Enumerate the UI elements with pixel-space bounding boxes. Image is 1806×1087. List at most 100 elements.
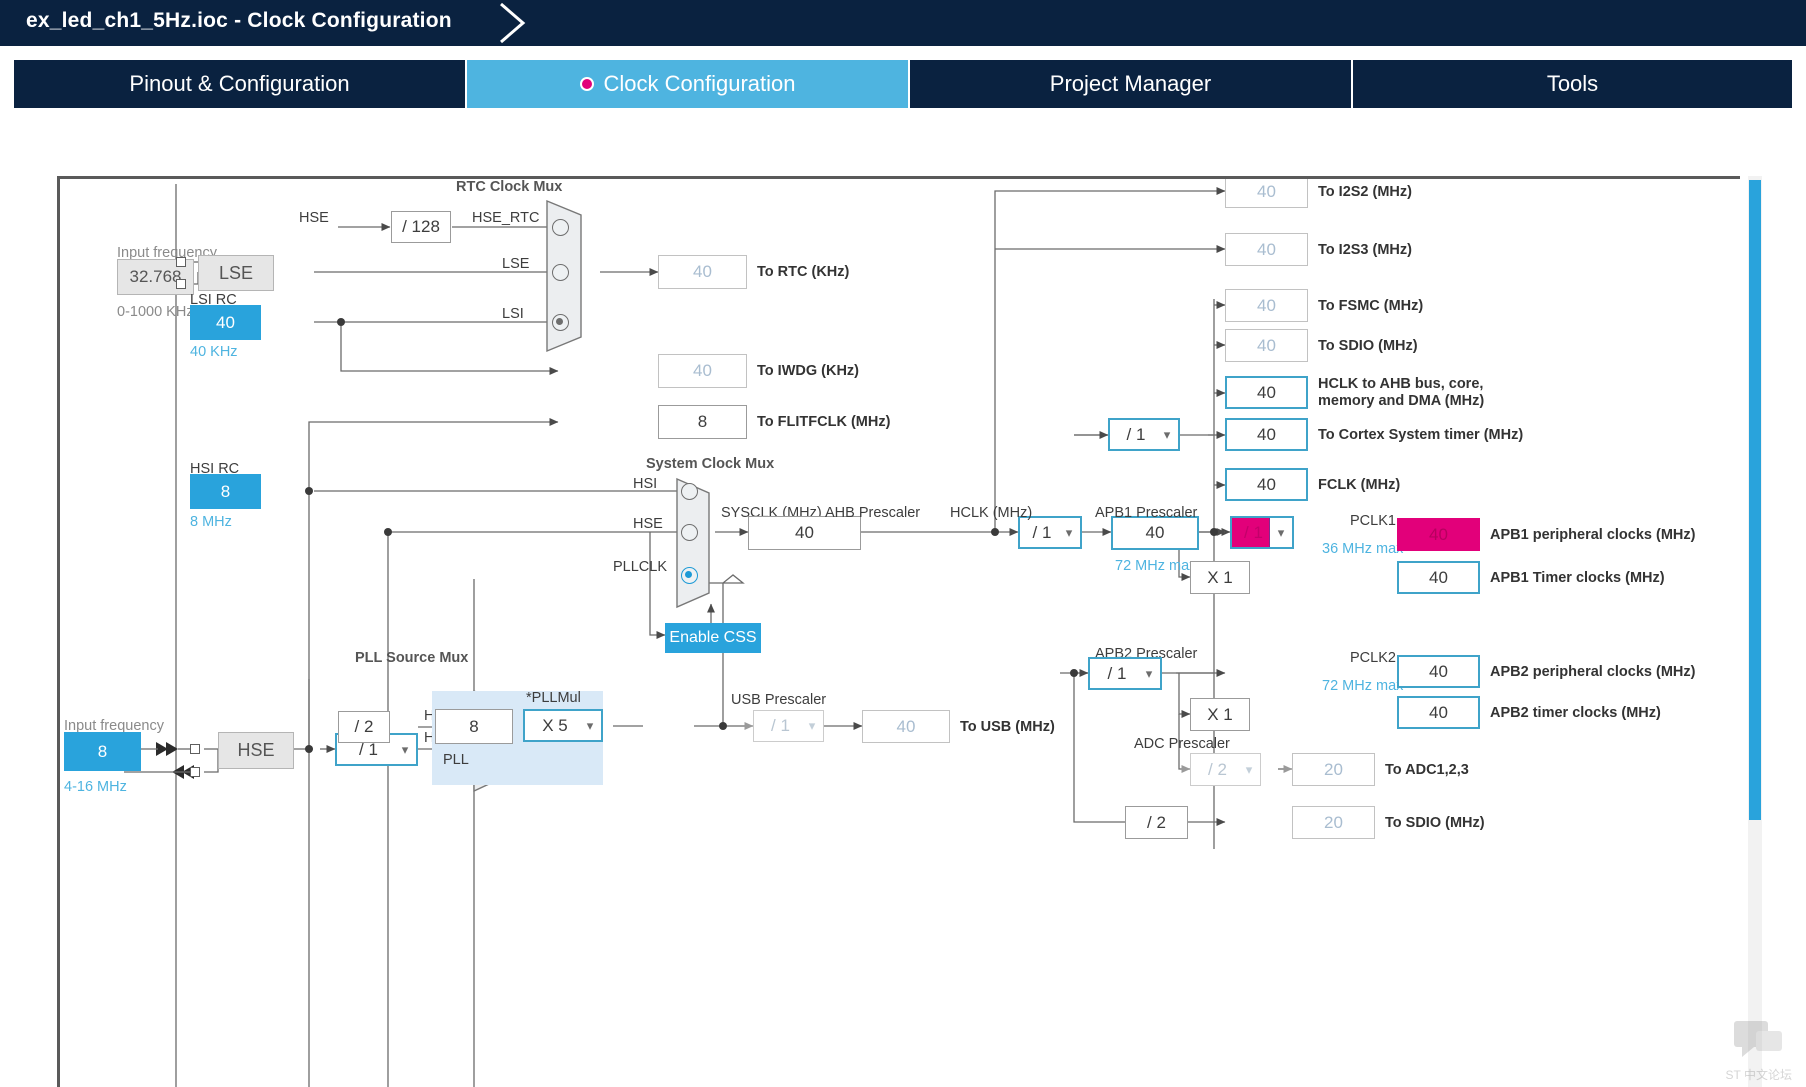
cortex-timer-label: To Cortex System timer (MHz) [1318, 427, 1524, 443]
sysmux-label-pllclk: PLLCLK [613, 559, 668, 575]
pllmul-value: X 5 [542, 715, 568, 735]
apb1-max: 36 MHz max [1322, 541, 1404, 557]
hse-rtc-divider[interactable]: / 128 [391, 211, 451, 243]
chevron-down-icon: ▾ [808, 718, 816, 733]
tab-label: Project Manager [1049, 71, 1212, 96]
to-i2s3-label: To I2S3 (MHz) [1318, 242, 1412, 258]
chevron-down-icon: ▾ [1065, 524, 1073, 540]
apb1-timer-label: APB1 Timer clocks (MHz) [1490, 570, 1665, 586]
chevron-down-icon: ▾ [586, 717, 594, 733]
chevron-down-icon: ▾ [401, 741, 409, 757]
clock-wires [124, 184, 1293, 1087]
to-usb-value: 40 [862, 710, 950, 743]
apb2-prescaler-select[interactable]: / 1 ▾ [1088, 657, 1162, 690]
rtc-mux-input-lse[interactable] [552, 264, 569, 281]
lse-pin-in [176, 257, 186, 267]
hclk-max: 72 MHz max [1115, 558, 1197, 574]
apb1-timer-multiplier: X 1 [1190, 561, 1250, 594]
lse-oscillator[interactable]: LSE [198, 255, 274, 291]
apb1-peripheral-label: APB1 peripheral clocks (MHz) [1490, 527, 1696, 543]
system-clock-mux-title: System Clock Mux [646, 456, 775, 472]
to-flitfclk-value: 8 [658, 405, 747, 439]
to-sdio-top-value: 40 [1225, 329, 1308, 362]
to-flitfclk-label: To FLITFCLK (MHz) [757, 414, 891, 430]
usb-prescaler-value: / 1 [771, 716, 790, 735]
to-fsmc-label: To FSMC (MHz) [1318, 298, 1424, 314]
hse-pin-out [190, 767, 200, 777]
adc-prescaler-value: / 2 [1208, 759, 1227, 779]
to-iwdg-label: To IWDG (KHz) [757, 363, 860, 379]
to-i2s3-value: 40 [1225, 233, 1308, 266]
toolbar: Resolve Clock Issues [0, 110, 1806, 259]
title-bar: ex_led_ch1_5Hz.ioc - Clock Configuration [0, 0, 1806, 46]
to-rtc-value: 40 [658, 255, 747, 289]
lse-range-label: 0-1000 KHz [117, 304, 194, 320]
chevron-down-icon: ▾ [1245, 761, 1253, 777]
hclk-ahb-label-line2: memory and DMA (MHz) [1318, 393, 1485, 409]
apb1-prescaler-select[interactable]: / 1 ▾ [1230, 516, 1294, 549]
pll-input-value: 8 [435, 709, 513, 744]
to-rtc-label: To RTC (KHz) [757, 264, 850, 280]
fclk-label: FCLK (MHz) [1318, 477, 1401, 493]
hclk-ahb-value: 40 [1225, 376, 1308, 409]
tab-clock-configuration[interactable]: Clock Configuration [467, 60, 910, 108]
apb1-prescaler-label: APB1 Prescaler [1095, 505, 1198, 521]
apb2-prescaler-value: / 1 [1107, 663, 1127, 683]
to-i2s2-value: 40 [1225, 179, 1308, 208]
sysmux-input-hse[interactable] [681, 524, 698, 541]
app-window: ex_led_ch1_5Hz.ioc - Clock Configuration… [0, 0, 1806, 1087]
lsi-value-field[interactable]: 40 [190, 305, 261, 340]
cortex-prescaler-select[interactable]: / 1 ▾ [1108, 418, 1180, 451]
fclk-value: 40 [1225, 468, 1308, 501]
to-i2s2-label: To I2S2 (MHz) [1318, 184, 1412, 200]
sysmux-input-pllclk[interactable] [681, 567, 698, 584]
enable-css-button[interactable]: Enable CSS [665, 623, 761, 653]
title-chevron-icon [500, 2, 526, 44]
tab-pinout-configuration[interactable]: Pinout & Configuration [14, 60, 467, 108]
hse-pin-in [190, 744, 200, 754]
hse-input-frequency-field[interactable]: 8 [64, 732, 141, 771]
apb2-timer-value: 40 [1397, 696, 1480, 729]
apb1-peripheral-value: 40 [1397, 518, 1480, 551]
chevron-down-icon: ▾ [1269, 518, 1292, 547]
pclk2-label: PCLK2 [1350, 650, 1396, 666]
hse-rtc-signal-label: HSE_RTC [472, 210, 540, 226]
hse-signal-label-hse: HSE [299, 210, 329, 226]
tab-project-manager[interactable]: Project Manager [910, 60, 1353, 108]
hse-oscillator[interactable]: HSE [218, 732, 294, 769]
tab-label: Pinout & Configuration [129, 71, 350, 96]
pclk1-label: PCLK1 [1350, 513, 1396, 529]
canvas-scroll-thumb[interactable] [1749, 180, 1761, 820]
apb2-timer-label: APB2 timer clocks (MHz) [1490, 705, 1661, 721]
tab-bar: Pinout & Configuration Clock Configurati… [0, 46, 1806, 156]
rtc-clock-mux-title: RTC Clock Mux [456, 179, 563, 195]
hsi-value-field[interactable]: 8 [190, 474, 261, 509]
apb2-peripheral-value: 40 [1397, 655, 1480, 688]
usb-prescaler-select[interactable]: / 1 ▾ [753, 710, 824, 742]
lse-pin-out [176, 279, 186, 289]
clock-diagram-canvas[interactable]: Input frequency 32.768 0-1000 KHz LSE LS… [57, 176, 1740, 1087]
rtc-mux-label-lsi: LSI [502, 306, 524, 322]
adc-prescaler-select[interactable]: / 2 ▾ [1190, 753, 1261, 786]
chevron-down-icon: ▾ [1163, 426, 1171, 442]
hsi-unit: 8 MHz [190, 514, 232, 530]
apb2-timer-multiplier: X 1 [1190, 698, 1250, 731]
rtc-mux-label-lse: LSE [502, 256, 530, 272]
rtc-mux-input-lsi[interactable] [552, 314, 569, 331]
sysmux-input-hsi[interactable] [681, 483, 698, 500]
apb2-peripheral-label: APB2 peripheral clocks (MHz) [1490, 664, 1696, 680]
lsi-unit: 40 KHz [190, 344, 238, 360]
pllmul-select[interactable]: X 5 ▾ [523, 709, 603, 742]
rtc-mux-input-hse-rtc[interactable] [552, 219, 569, 236]
hse-range-label: 4-16 MHz [64, 779, 127, 795]
to-adc-value: 20 [1292, 753, 1375, 786]
apb1-timer-value: 40 [1397, 561, 1480, 594]
cortex-timer-value: 40 [1225, 418, 1308, 451]
to-iwdg-value: 40 [658, 354, 747, 388]
apb2-max: 72 MHz max [1322, 678, 1404, 694]
sysmux-label-hsi: HSI [633, 476, 658, 492]
usb-prescaler-label: USB Prescaler [731, 692, 827, 708]
tab-tools[interactable]: Tools [1353, 60, 1792, 108]
apb1-prescaler-value: / 1 [1232, 522, 1269, 543]
clock-diagram: Input frequency 32.768 0-1000 KHz LSE LS… [60, 179, 1740, 1087]
